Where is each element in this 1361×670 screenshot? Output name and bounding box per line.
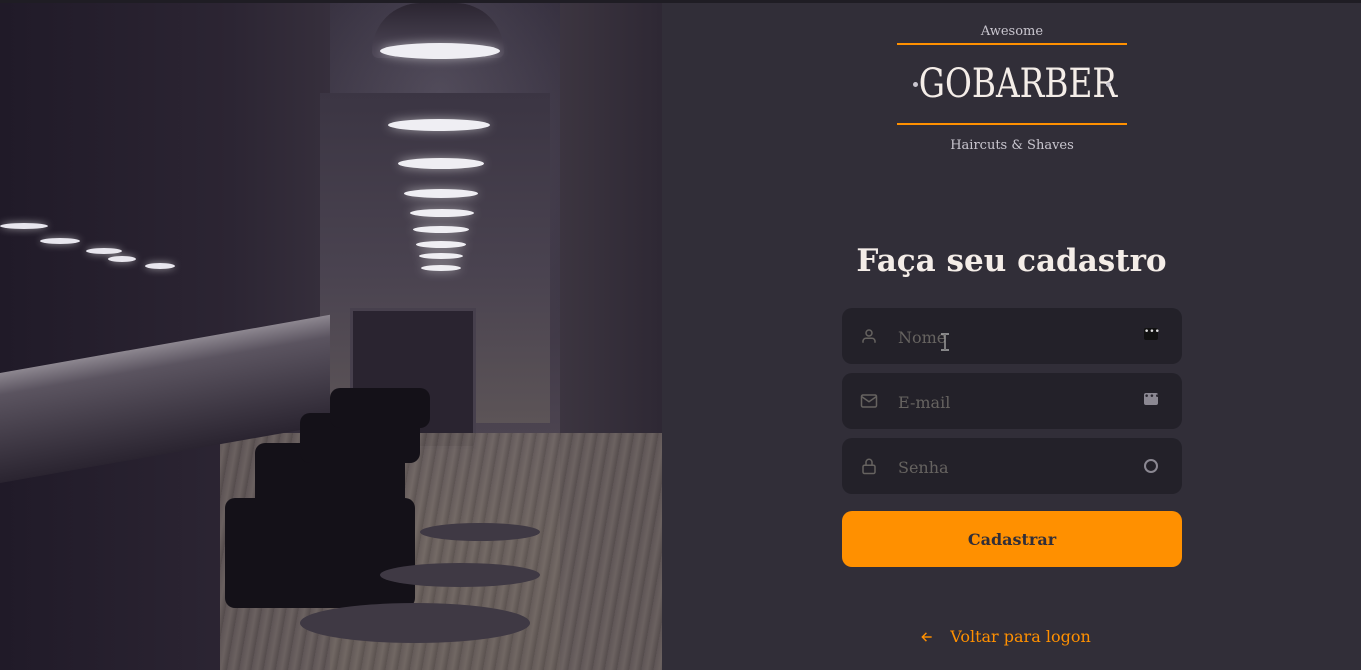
- logo-title: GOBARBER: [918, 61, 1118, 107]
- user-icon: [862, 329, 876, 343]
- hero-mirror-light: [108, 256, 136, 262]
- password-field[interactable]: [842, 438, 1182, 496]
- hero-chair-base: [420, 523, 540, 541]
- hero-mirror-light: [86, 248, 122, 254]
- logo-dot: [1106, 82, 1111, 87]
- email-input[interactable]: [896, 373, 1140, 431]
- register-button[interactable]: Cadastrar: [842, 511, 1182, 567]
- arrow-left-icon: [921, 631, 932, 642]
- page-title: Faça seu cadastro: [856, 243, 1167, 279]
- hero-chair-base: [300, 603, 530, 643]
- name-input[interactable]: [896, 308, 1140, 366]
- autofill-icon[interactable]: •••: [1144, 328, 1160, 340]
- back-to-logon-link[interactable]: Voltar para logon: [662, 627, 1361, 646]
- hero-chair: [330, 388, 430, 428]
- password-manager-icon[interactable]: [1144, 459, 1158, 473]
- hero-lamp: [398, 158, 484, 169]
- hero-lamp: [404, 189, 478, 198]
- hero-lamp: [421, 265, 461, 271]
- hero-lamp: [419, 253, 463, 259]
- hero-mirror-light: [40, 238, 80, 244]
- logo-title-row: GOBARBER: [897, 45, 1127, 123]
- hero-chair-base: [380, 563, 540, 587]
- name-field[interactable]: •••: [842, 308, 1182, 366]
- lock-icon: [862, 458, 876, 475]
- hero-lamp: [413, 226, 469, 233]
- autofill-icon[interactable]: •••: [1144, 393, 1160, 405]
- hero-mirror-light: [0, 223, 48, 229]
- text-cursor-icon: [941, 333, 949, 351]
- barbershop-background-image: [0, 3, 662, 670]
- gobarber-logo: Awesome GOBARBER Haircuts & Shaves: [897, 21, 1127, 153]
- hero-chair: [225, 498, 415, 608]
- hero-lamp: [410, 209, 474, 217]
- signup-panel: Awesome GOBARBER Haircuts & Shaves Faça …: [662, 3, 1361, 670]
- password-input[interactable]: [896, 438, 1140, 496]
- email-field[interactable]: •••: [842, 373, 1182, 431]
- logo-top-text: Awesome: [980, 24, 1044, 39]
- logo-divider: [897, 123, 1127, 125]
- back-link-label: Voltar para logon: [950, 627, 1091, 646]
- hero-lamp: [380, 43, 500, 59]
- logo-dot: [913, 82, 918, 87]
- mail-icon: [860, 394, 878, 408]
- hero-mirror-light: [145, 263, 175, 269]
- hero-lamp: [416, 241, 466, 248]
- hero-lamp: [388, 119, 490, 131]
- logo-bottom-text: Haircuts & Shaves: [950, 138, 1074, 153]
